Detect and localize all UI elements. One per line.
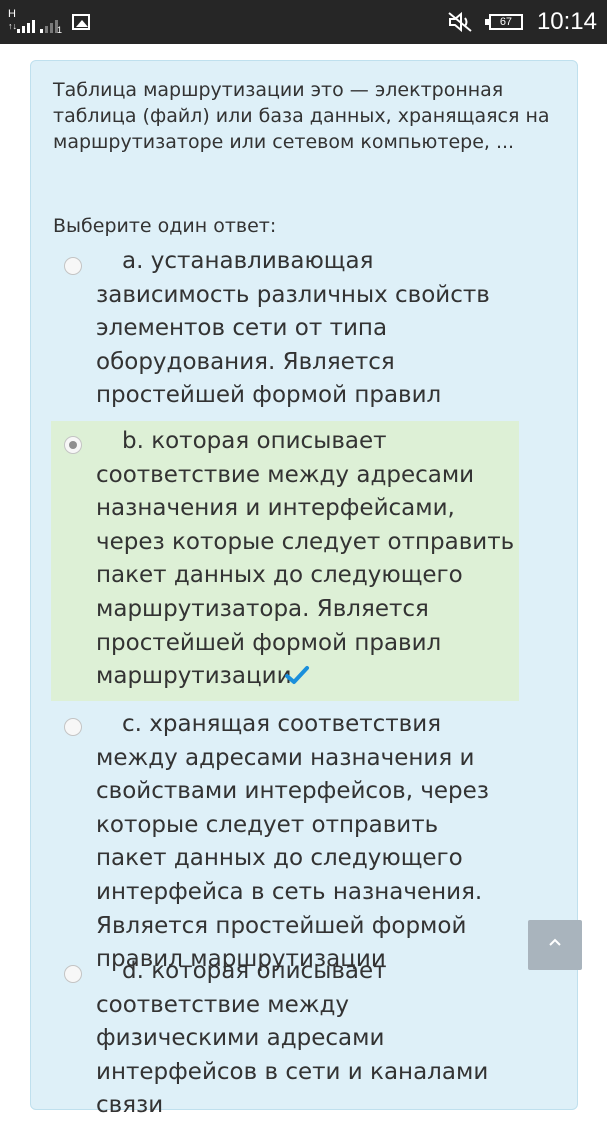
checkmark-icon xyxy=(284,666,309,685)
radio-button-a[interactable] xyxy=(64,257,82,275)
battery-level: 67 xyxy=(499,16,513,28)
scroll-to-top-button[interactable] xyxy=(528,920,582,970)
network-arrows: ↑↓ xyxy=(8,21,17,31)
network-type: H xyxy=(8,8,16,20)
mute-icon xyxy=(448,11,472,33)
answer-text-d: d. которая описывает соответствие между … xyxy=(96,958,489,1119)
answer-text-b: b. которая описывает соответствие между … xyxy=(96,425,516,694)
answer-option-b[interactable]: b. которая описывает соответствие между … xyxy=(51,421,519,701)
answer-text-a: a. устанавливающая зависимость различных… xyxy=(96,248,490,442)
answer-label-b: b. которая описывает соответствие между … xyxy=(96,428,515,690)
clock: 10:14 xyxy=(536,8,597,35)
answer-text-c: c. хранящая соответствия между адресами … xyxy=(96,711,490,973)
signal-icon: H ↑↓ xyxy=(8,8,35,35)
answer-option-a[interactable]: a. устанавливающая зависимость различных… xyxy=(51,245,519,442)
signal-icon-sim2: 1 xyxy=(40,9,62,35)
answer-prompt: Выберите один ответ: xyxy=(53,215,277,237)
question-card: Таблица маршрутизации это — электронная … xyxy=(30,60,578,1118)
sim-number: 1 xyxy=(56,25,62,35)
radio-button-c[interactable] xyxy=(64,718,82,736)
answer-option-c[interactable]: c. хранящая соответствия между адресами … xyxy=(51,706,519,972)
status-bar: H ↑↓ 1 67 10:14 xyxy=(0,0,607,44)
answer-option-d[interactable]: d. которая описывает соответствие между … xyxy=(51,953,519,1118)
radio-button-d[interactable] xyxy=(64,965,82,983)
gallery-icon xyxy=(72,14,90,30)
chevron-up-icon xyxy=(549,938,561,946)
battery-icon: 67 xyxy=(484,14,523,30)
question-text: Таблица маршрутизации это — электронная … xyxy=(53,79,550,153)
radio-button-b[interactable] xyxy=(64,436,82,454)
